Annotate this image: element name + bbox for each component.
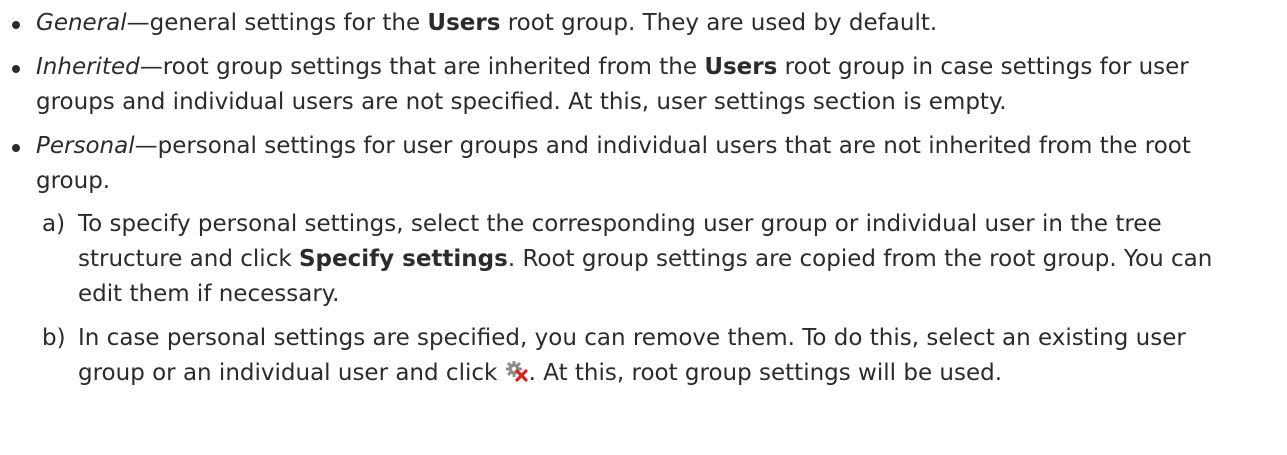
description-text: personal settings for user groups and in…	[36, 133, 1191, 194]
list-item-general: General—general settings for the Users r…	[0, 6, 1216, 41]
users-group-name: Users	[704, 54, 778, 80]
term-inherited: Inherited	[36, 54, 140, 80]
step-marker: b)	[42, 325, 66, 351]
personal-settings-steps: a) To specify personal settings, select t…	[36, 207, 1216, 391]
description-text: root group settings that are inherited f…	[162, 54, 705, 80]
step-item-b: b) In case personal settings are specifie…	[36, 321, 1238, 391]
em-dash: —	[126, 10, 150, 36]
list-item-personal: Personal—personal settings for user grou…	[0, 129, 1216, 391]
description-text: general settings for the	[149, 10, 428, 36]
term-general: General	[36, 10, 127, 36]
term-personal: Personal	[36, 133, 135, 159]
document-body: General—general settings for the Users r…	[0, 0, 1287, 391]
list-item-inherited: Inherited—root group settings that are i…	[0, 50, 1216, 120]
step-item-a: a) To specify personal settings, select t…	[36, 207, 1238, 312]
step-marker: a)	[42, 211, 66, 237]
em-dash: —	[134, 133, 158, 159]
description-text: root group. They are used by default.	[500, 10, 938, 36]
settings-type-list: General—general settings for the Users r…	[0, 6, 1287, 391]
remove-settings-gear-icon	[505, 360, 529, 382]
users-group-name: Users	[427, 10, 501, 36]
step-text: . At this, root group settings will be u…	[528, 360, 1003, 386]
em-dash: —	[139, 54, 163, 80]
specify-settings-command: Specify settings	[298, 246, 508, 272]
